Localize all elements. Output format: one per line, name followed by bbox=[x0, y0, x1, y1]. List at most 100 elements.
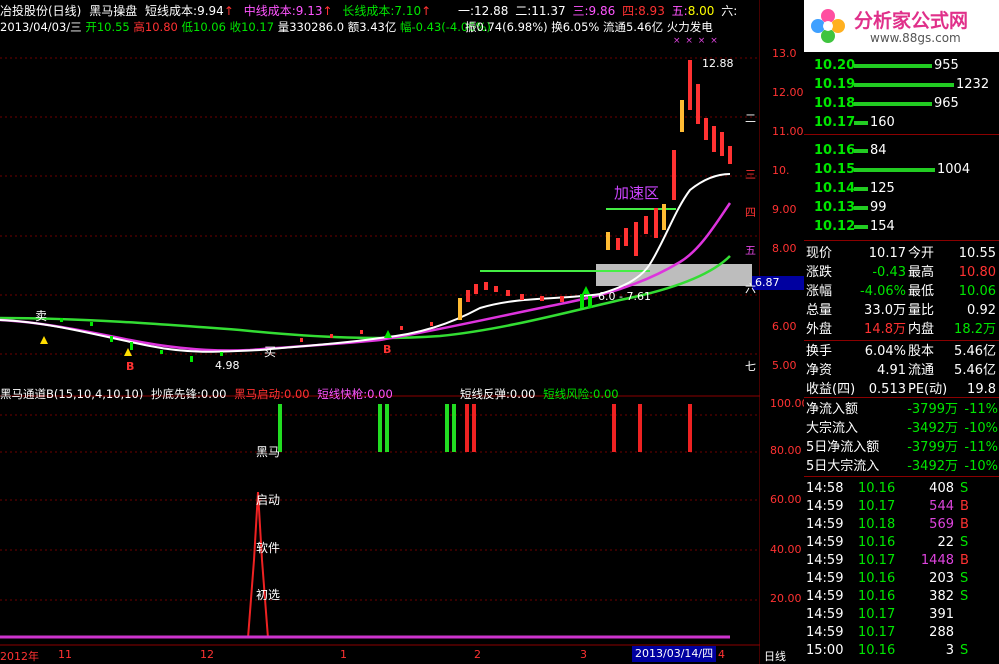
bottom-fish-label: 抄底先锋: bbox=[151, 387, 201, 401]
tick-time: 14:59 bbox=[806, 517, 844, 532]
volume-bar bbox=[854, 225, 868, 229]
sub-label: 启动 bbox=[256, 493, 281, 507]
quote-label: 涨跌 bbox=[806, 265, 833, 280]
quote-value: 10.06 bbox=[958, 284, 996, 299]
quote-label: 外盘 bbox=[806, 322, 833, 337]
tick-time: 15:00 bbox=[806, 643, 844, 658]
order-price: 10.13 bbox=[814, 200, 856, 215]
flow-pct: -11% bbox=[964, 402, 998, 417]
order-row: 10.16 84 bbox=[804, 142, 999, 160]
x-tick: 1 bbox=[340, 648, 347, 661]
volume-bar bbox=[854, 83, 954, 87]
quote-label: 今开 bbox=[908, 246, 935, 261]
tick-row: 15:00 10.16 3 S bbox=[804, 642, 999, 660]
sub-label: 初选 bbox=[256, 588, 281, 602]
quote-label: 最低 bbox=[908, 284, 935, 299]
order-price: 10.15 bbox=[814, 162, 856, 177]
order-price: 10.12 bbox=[814, 219, 856, 234]
sub-axis-tick: 20.00 bbox=[770, 592, 802, 605]
quote-row: 外盘 14.8万 内盘 18.2万 bbox=[804, 321, 999, 339]
tick-side: S bbox=[960, 571, 969, 586]
tick-volume: 382 bbox=[929, 589, 954, 604]
flow-row: 5日大宗流入 -3492万 -10% bbox=[804, 458, 999, 476]
level-mark: 五 bbox=[745, 244, 756, 257]
order-price: 10.20 bbox=[814, 58, 856, 73]
quote-label: 内盘 bbox=[908, 322, 935, 337]
quote-row: 涨幅 -4.06% 最低 10.06 bbox=[804, 283, 999, 301]
quote-value: 5.46亿 bbox=[954, 344, 996, 359]
order-row: 10.13 99 bbox=[804, 199, 999, 217]
flow-value: -3492万 bbox=[907, 421, 958, 436]
dark-horse-start-label: 黑马启动: bbox=[234, 387, 285, 401]
flow-value: -3799万 bbox=[907, 402, 958, 417]
quote-label: 流通 bbox=[908, 363, 935, 378]
order-volume: 84 bbox=[870, 143, 887, 158]
tick-row: 14:59 10.17 288 bbox=[804, 624, 999, 642]
sub-axis-tick: 100.00 bbox=[770, 397, 809, 410]
sub-axis-tick: 40.00 bbox=[770, 543, 802, 556]
order-row: 10.15 1004 bbox=[804, 161, 999, 179]
tick-row: 14:59 10.16 382 S bbox=[804, 588, 999, 606]
quote-row: 换手 6.04% 股本 5.46亿 bbox=[804, 343, 999, 361]
tick-time: 14:58 bbox=[806, 481, 844, 496]
price-tick: 12.00 bbox=[772, 86, 804, 99]
quote-label: 量比 bbox=[908, 303, 935, 318]
tick-row: 14:59 10.17 391 bbox=[804, 606, 999, 624]
short-quick-label: 短线快枪: bbox=[317, 387, 368, 401]
tick-side: B bbox=[960, 553, 969, 568]
sub-axis-tick: 80.00 bbox=[770, 444, 802, 457]
tick-time: 14:59 bbox=[806, 625, 844, 640]
signal-bars bbox=[278, 404, 692, 452]
tick-volume: 3 bbox=[945, 643, 954, 658]
logo-box: 分析家公式网 www.88gs.com bbox=[804, 0, 999, 52]
quote-value: 18.2万 bbox=[954, 322, 996, 337]
tick-price: 10.16 bbox=[858, 571, 896, 586]
flow-pct: -10% bbox=[964, 421, 998, 436]
volume-bar bbox=[854, 64, 932, 68]
order-row: 10.20 955 bbox=[804, 57, 999, 75]
dark-horse-start-value: 0.00 bbox=[284, 387, 310, 401]
volume-bar bbox=[854, 102, 932, 106]
quote-label: 涨幅 bbox=[806, 284, 833, 299]
tick-price: 10.16 bbox=[858, 481, 896, 496]
tick-time: 14:59 bbox=[806, 499, 844, 514]
x-tick: 2 bbox=[474, 648, 481, 661]
tick-volume: 1448 bbox=[920, 553, 954, 568]
min-price-label: 4.98 bbox=[215, 359, 240, 372]
quote-label: 股本 bbox=[908, 344, 935, 359]
tick-time: 14:59 bbox=[806, 589, 844, 604]
short-risk-label: 短线风险: bbox=[543, 387, 594, 401]
level-mark: 七 bbox=[745, 360, 756, 373]
quote-value: 0.92 bbox=[967, 303, 996, 318]
price-tick: 13.0 bbox=[772, 47, 797, 60]
tick-row: 14:59 10.18 569 B bbox=[804, 516, 999, 534]
candles bbox=[60, 60, 732, 362]
quote-row: 总量 33.0万 量比 0.92 bbox=[804, 302, 999, 320]
b-marker: B bbox=[383, 343, 392, 356]
order-row: 10.12 154 bbox=[804, 218, 999, 236]
quote-value: 10.55 bbox=[958, 246, 996, 261]
short-quick-value: 0.00 bbox=[367, 387, 393, 401]
price-tick: 8.00 bbox=[772, 242, 797, 255]
order-row: 10.17 160 bbox=[804, 114, 999, 132]
tick-time: 14:59 bbox=[806, 571, 844, 586]
tick-volume: 203 bbox=[929, 571, 954, 586]
sub-label: 黑马 bbox=[256, 445, 281, 459]
order-row: 10.19 1232 bbox=[804, 76, 999, 94]
flow-row: 5日净流入额 -3799万 -11% bbox=[804, 439, 999, 457]
period-button[interactable]: 日线 bbox=[764, 648, 786, 664]
tick-row: 14:59 10.16 22 S bbox=[804, 534, 999, 552]
x-tick: 11 bbox=[58, 648, 72, 661]
chart-area[interactable]: 冶投股份(日线) 黑马操盘 短线成本:9.94↑ 中线成本:9.13↑ 长线成本… bbox=[0, 0, 809, 664]
logo-title: 分析家公式网 bbox=[854, 10, 969, 32]
tick-price: 10.18 bbox=[858, 517, 896, 532]
flow-pct: -11% bbox=[964, 440, 998, 455]
tick-price: 10.17 bbox=[858, 607, 896, 622]
tick-row: 14:59 10.16 203 S bbox=[804, 570, 999, 588]
sub-label: 软件 bbox=[256, 541, 281, 555]
flow-value: -3799万 bbox=[907, 440, 958, 455]
tick-price: 10.16 bbox=[858, 589, 896, 604]
volume-bar bbox=[854, 121, 868, 125]
order-volume: 965 bbox=[934, 96, 959, 111]
x-tick: 4 bbox=[718, 648, 725, 661]
